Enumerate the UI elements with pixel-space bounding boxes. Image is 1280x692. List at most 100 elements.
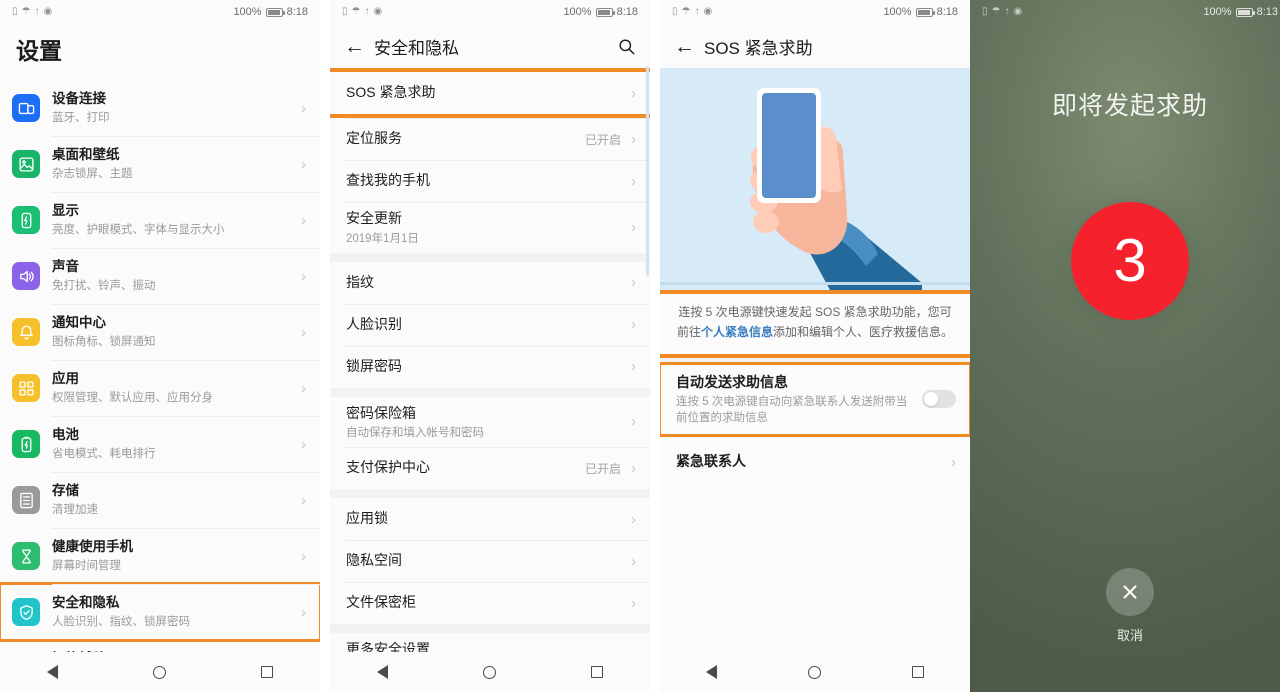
status-icons-left: ▯ ☂ ↑ ◉: [342, 7, 382, 17]
nav-back-icon[interactable]: [705, 665, 717, 679]
page-title: 安全和隐私: [374, 38, 459, 58]
device-connect-icon: [12, 94, 40, 122]
chevron-right-icon: ›: [631, 172, 636, 190]
security-item-text: SOS 紧急求助: [346, 83, 625, 103]
sos-description: 连按 5 次电源键快速发起 SOS 紧急求助功能，您可前往个人紧急信息添加和编辑…: [660, 294, 970, 354]
close-icon: [1123, 585, 1137, 599]
settings-item-text: 安全和隐私人脸识别、指纹、锁屏密码: [52, 594, 295, 629]
security-item-value: 已开启: [584, 132, 621, 147]
emergency-contacts-row[interactable]: 紧急联系人 ›: [660, 441, 970, 484]
emergency-contacts-text: 紧急联系人: [676, 452, 945, 472]
cancel-area: 取消: [970, 568, 1280, 644]
chevron-right-icon: ›: [301, 603, 306, 621]
globe-icon: ◉: [43, 6, 53, 17]
sound-icon: [12, 262, 40, 290]
nav-recents-icon[interactable]: [590, 666, 603, 678]
nav-back-icon[interactable]: [47, 665, 59, 679]
settings-item-sub: 杂志锁屏、主题: [52, 167, 133, 180]
clock-label: 8:18: [286, 6, 308, 18]
sim-card-icon: ▯: [342, 6, 348, 17]
security-item-5[interactable]: 指纹 ›: [330, 261, 650, 304]
auto-send-sub: 连按 5 次电源键自动向紧急联系人发送附带当前位置的求助信息: [676, 396, 908, 425]
security-item-7[interactable]: 锁屏密码 ›: [330, 345, 650, 388]
cancel-button[interactable]: [1106, 568, 1154, 616]
settings-item-text: 桌面和壁纸 杂志锁屏、主题: [52, 146, 295, 181]
security-item-12[interactable]: 文件保密柜 ›: [330, 582, 650, 625]
settings-item-3[interactable]: 显示 亮度、护眼模式、字体与显示大小 ›: [0, 192, 320, 248]
nav-home-icon[interactable]: [152, 665, 166, 679]
cancel-label: 取消: [1116, 628, 1143, 643]
screenshot-root: ▯ ☂ ↑ ◉ 100% 8:18 设置 设备连接 蓝牙、打印 › 桌面和壁纸 杂志锁屏…: [0, 0, 1280, 692]
settings-item-10[interactable]: 安全和隐私人脸识别、指纹、锁屏密码 ›: [0, 582, 320, 642]
security-item-8[interactable]: 密码保险箱 自动保存和填入帐号和密码 ›: [330, 396, 650, 448]
battery-icon: [1235, 7, 1255, 17]
settings-item-1[interactable]: 设备连接 蓝牙、打印 ›: [0, 80, 320, 136]
chevron-right-icon: ›: [951, 453, 956, 471]
security-item-1[interactable]: SOS 紧急求助 ›: [330, 72, 650, 114]
nav-recents-icon[interactable]: [912, 666, 925, 678]
chevron-right-icon: ›: [631, 459, 636, 477]
chevron-right-icon: ›: [631, 594, 636, 612]
auto-send-toggle[interactable]: [922, 389, 956, 408]
nav-home-icon[interactable]: [807, 665, 821, 679]
wallpaper-icon: [12, 150, 40, 178]
search-icon[interactable]: [617, 37, 636, 56]
settings-item-title: 安全和隐私: [52, 595, 120, 611]
wifi-icon: ☂: [21, 6, 31, 17]
chevron-right-icon: ›: [631, 274, 636, 292]
nav-back-icon[interactable]: [377, 665, 389, 679]
bluetooth-icon: ↑: [694, 6, 700, 17]
clock-label: 8:13: [1256, 6, 1278, 18]
settings-item-sub: 人脸识别、指纹、锁屏密码: [52, 615, 190, 628]
security-item-text: 应用锁: [346, 509, 625, 529]
security-item-3[interactable]: 查找我的手机 ›: [330, 160, 650, 202]
hand-holding-phone-illustration: [660, 68, 970, 290]
settings-item-title: 存储: [52, 483, 79, 499]
settings-item-9[interactable]: 健康使用手机 屏幕时间管理 ›: [0, 528, 320, 584]
settings-item-2[interactable]: 桌面和壁纸 杂志锁屏、主题 ›: [0, 136, 320, 192]
nav-bar-sos: [660, 652, 970, 692]
settings-item-7[interactable]: 电池 省电模式、耗电排行 ›: [0, 416, 320, 472]
security-item-10[interactable]: 应用锁 ›: [330, 498, 650, 541]
security-item-11[interactable]: 隐私空间 ›: [330, 540, 650, 583]
settings-item-8[interactable]: 存储 清理加速 ›: [0, 472, 320, 528]
settings-item-4[interactable]: 声音 免打扰、铃声、振动 ›: [0, 248, 320, 304]
security-item-title: 指纹: [346, 273, 374, 290]
settings-item-6[interactable]: 应用 权限管理、默认应用、应用分身 ›: [0, 360, 320, 416]
security-item-9[interactable]: 支付保护中心 已开启 ›: [330, 447, 650, 490]
personal-emergency-info-link[interactable]: 个人紧急信息: [701, 325, 773, 339]
security-item-title: SOS 紧急求助: [346, 84, 436, 101]
auto-send-row[interactable]: 自动发送求助信息 连按 5 次电源键自动向紧急联系人发送附带当前位置的求助信息: [660, 363, 970, 436]
settings-item-5[interactable]: 通知中心 图标角标、锁屏通知 ›: [0, 304, 320, 360]
chevron-right-icon: ›: [631, 84, 636, 102]
status-bar-security: ▯ ☂ ↑ ◉ 100% 8:18: [330, 0, 650, 24]
settings-item-title: 电池: [52, 427, 79, 443]
security-list: SOS 紧急求助 › 定位服务 已开启 › 查找我的手机 › 安全更新 2019年1月1日 › 指纹…: [330, 68, 650, 684]
nav-recents-icon[interactable]: [260, 666, 273, 678]
settings-item-text: 显示 亮度、护眼模式、字体与显示大小: [52, 202, 295, 237]
security-item-title: 支付保护中心: [346, 459, 430, 476]
status-icons-right: 100% 8:13: [1203, 6, 1278, 18]
nav-home-icon[interactable]: [482, 665, 496, 679]
back-arrow-icon[interactable]: ←: [674, 36, 700, 57]
panel-divider-2: [650, 0, 660, 692]
settings-item-sub: 清理加速: [52, 503, 98, 516]
section-gap: [330, 252, 650, 262]
settings-item-sub: 蓝牙、打印: [52, 111, 110, 124]
battery-icon: [595, 7, 615, 17]
panel-security: ▯ ☂ ↑ ◉ 100% 8:18 ← 安全和隐私 SOS 紧急求助 › 定位服务已…: [330, 0, 650, 692]
battery-percent-label: 100%: [1203, 6, 1232, 18]
scrollbar[interactable]: [646, 66, 649, 276]
security-item-title: 查找我的手机: [346, 172, 430, 189]
security-item-4[interactable]: 安全更新 2019年1月1日 ›: [330, 202, 650, 253]
hourglass-icon: [12, 542, 40, 570]
security-item-text: 查找我的手机: [346, 171, 625, 191]
sos-description-part2: 添加和编辑个人、医疗救援信息。: [773, 324, 954, 339]
security-item-title: 安全更新: [346, 210, 402, 226]
chevron-right-icon: ›: [631, 316, 636, 334]
security-item-2[interactable]: 定位服务 已开启 ›: [330, 118, 650, 160]
chevron-right-icon: ›: [631, 413, 636, 431]
security-item-6[interactable]: 人脸识别 ›: [330, 303, 650, 346]
back-arrow-icon[interactable]: ←: [344, 36, 370, 57]
sim-card-icon: ▯: [672, 6, 678, 17]
